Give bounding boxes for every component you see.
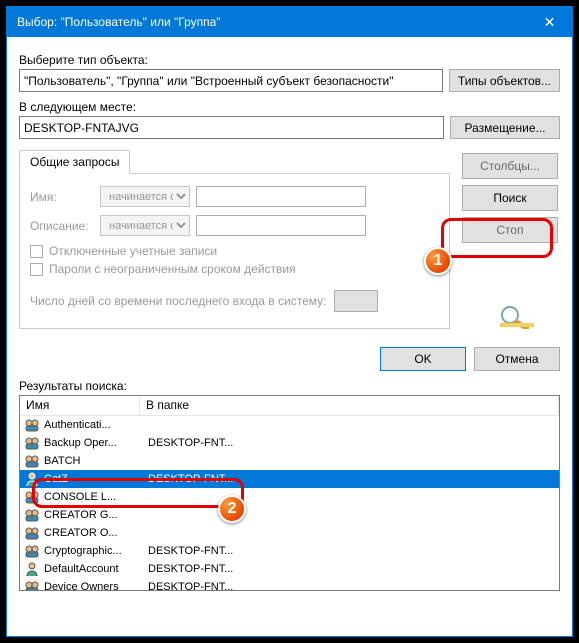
titlebar[interactable]: Выбор: "Пользователь" или "Группа" ✕ [7, 7, 572, 37]
row-name: Cryptographic... [44, 545, 144, 557]
object-type-label: Выберите тип объекта: [19, 53, 560, 67]
search-icon [496, 305, 540, 329]
desc-label: Описание: [30, 219, 94, 233]
object-type-field: "Пользователь", "Группа" или "Встроенный… [19, 69, 443, 92]
days-dropdown[interactable] [334, 290, 378, 312]
tab-common-queries[interactable]: Общие запросы [19, 150, 130, 174]
group-icon [24, 543, 40, 559]
name-label: Имя: [30, 190, 94, 204]
ok-button[interactable]: OK [380, 347, 466, 371]
results-listview[interactable]: Имя В папке Authenticati... Backup Oper..… [19, 395, 560, 591]
window-title: Выбор: "Пользователь" или "Группа" [17, 15, 527, 29]
side-buttons: Столбцы... Поиск Стоп [462, 153, 558, 243]
close-button[interactable]: ✕ [527, 7, 572, 37]
row-name: CREATOR O... [44, 527, 144, 539]
close-icon: ✕ [544, 14, 556, 31]
list-item[interactable]: Device Owners DESKTOP-FNT... [20, 578, 559, 590]
query-panel: Имя: начинается с Описание: начинается с… [19, 174, 450, 329]
list-item[interactable]: DefaultAccount DESKTOP-FNT... [20, 560, 559, 578]
col-name[interactable]: Имя [20, 396, 140, 415]
location-field: DESKTOP-FNTAJVG [19, 116, 444, 139]
dialog-window: Выбор: "Пользователь" или "Группа" ✕ Выб… [6, 6, 573, 637]
cancel-button[interactable]: Отмена [474, 347, 560, 371]
stop-button[interactable]: Стоп [462, 217, 558, 243]
results-label: Результаты поиска: [19, 379, 560, 393]
group-icon [24, 417, 40, 433]
user-icon [24, 471, 40, 487]
client-area: Выберите тип объекта: "Пользователь", "Г… [7, 37, 572, 591]
object-types-button[interactable]: Типы объектов... [449, 69, 560, 92]
tab-bar: Общие запросы [19, 149, 450, 174]
group-icon [24, 525, 40, 541]
group-icon [24, 579, 40, 590]
list-item[interactable]: CREATOR G... [20, 506, 559, 524]
location-label: В следующем месте: [19, 100, 560, 114]
row-name: CatZ [44, 473, 144, 485]
row-folder: DESKTOP-FNT... [148, 563, 559, 575]
disabled-accounts-checkbox[interactable] [30, 245, 43, 258]
row-folder: DESKTOP-FNT... [148, 437, 559, 449]
list-item[interactable]: BATCH [20, 452, 559, 470]
group-icon [24, 507, 40, 523]
row-name: DefaultAccount [44, 563, 144, 575]
find-now-button[interactable]: Поиск [462, 185, 558, 211]
group-icon [24, 489, 40, 505]
days-since-logon-label: Число дней со времени последнего входа в… [30, 294, 326, 308]
list-item[interactable]: Cryptographic... DESKTOP-FNT... [20, 542, 559, 560]
listview-header[interactable]: Имя В папке [20, 396, 559, 416]
disabled-accounts-label: Отключенные учетные записи [49, 244, 217, 258]
col-folder[interactable]: В папке [140, 396, 559, 415]
row-folder: DESKTOP-FNT... [148, 581, 559, 590]
listview-body[interactable]: Authenticati... Backup Oper... DESKTOP-FNT… [20, 416, 559, 590]
row-name: CREATOR G... [44, 509, 144, 521]
list-item[interactable]: Authenticati... [20, 416, 559, 434]
list-item[interactable]: CREATOR O... [20, 524, 559, 542]
group-icon [24, 453, 40, 469]
nonexpiring-passwords-checkbox[interactable] [30, 263, 43, 276]
desc-match-combo[interactable]: начинается с [100, 215, 190, 236]
desc-input[interactable] [196, 215, 366, 236]
name-match-combo[interactable]: начинается с [100, 186, 190, 207]
locations-button[interactable]: Размещение... [450, 116, 560, 139]
row-folder: DESKTOP-FNT... [148, 473, 559, 485]
name-input[interactable] [196, 186, 366, 207]
group-icon [24, 435, 40, 451]
list-item[interactable]: CONSOLE L... [20, 488, 559, 506]
row-folder: DESKTOP-FNT... [148, 545, 559, 557]
list-item[interactable]: Backup Oper... DESKTOP-FNT... [20, 434, 559, 452]
columns-button[interactable]: Столбцы... [462, 153, 558, 179]
row-name: Backup Oper... [44, 437, 144, 449]
row-name: CONSOLE L... [44, 491, 144, 503]
row-name: Device Owners [44, 581, 144, 590]
user-icon [24, 561, 40, 577]
nonexpiring-passwords-label: Пароли с неограниченным сроком действия [49, 262, 296, 276]
row-name: Authenticati... [44, 419, 144, 431]
list-item[interactable]: CatZ DESKTOP-FNT... [20, 470, 559, 488]
row-name: BATCH [44, 455, 144, 467]
